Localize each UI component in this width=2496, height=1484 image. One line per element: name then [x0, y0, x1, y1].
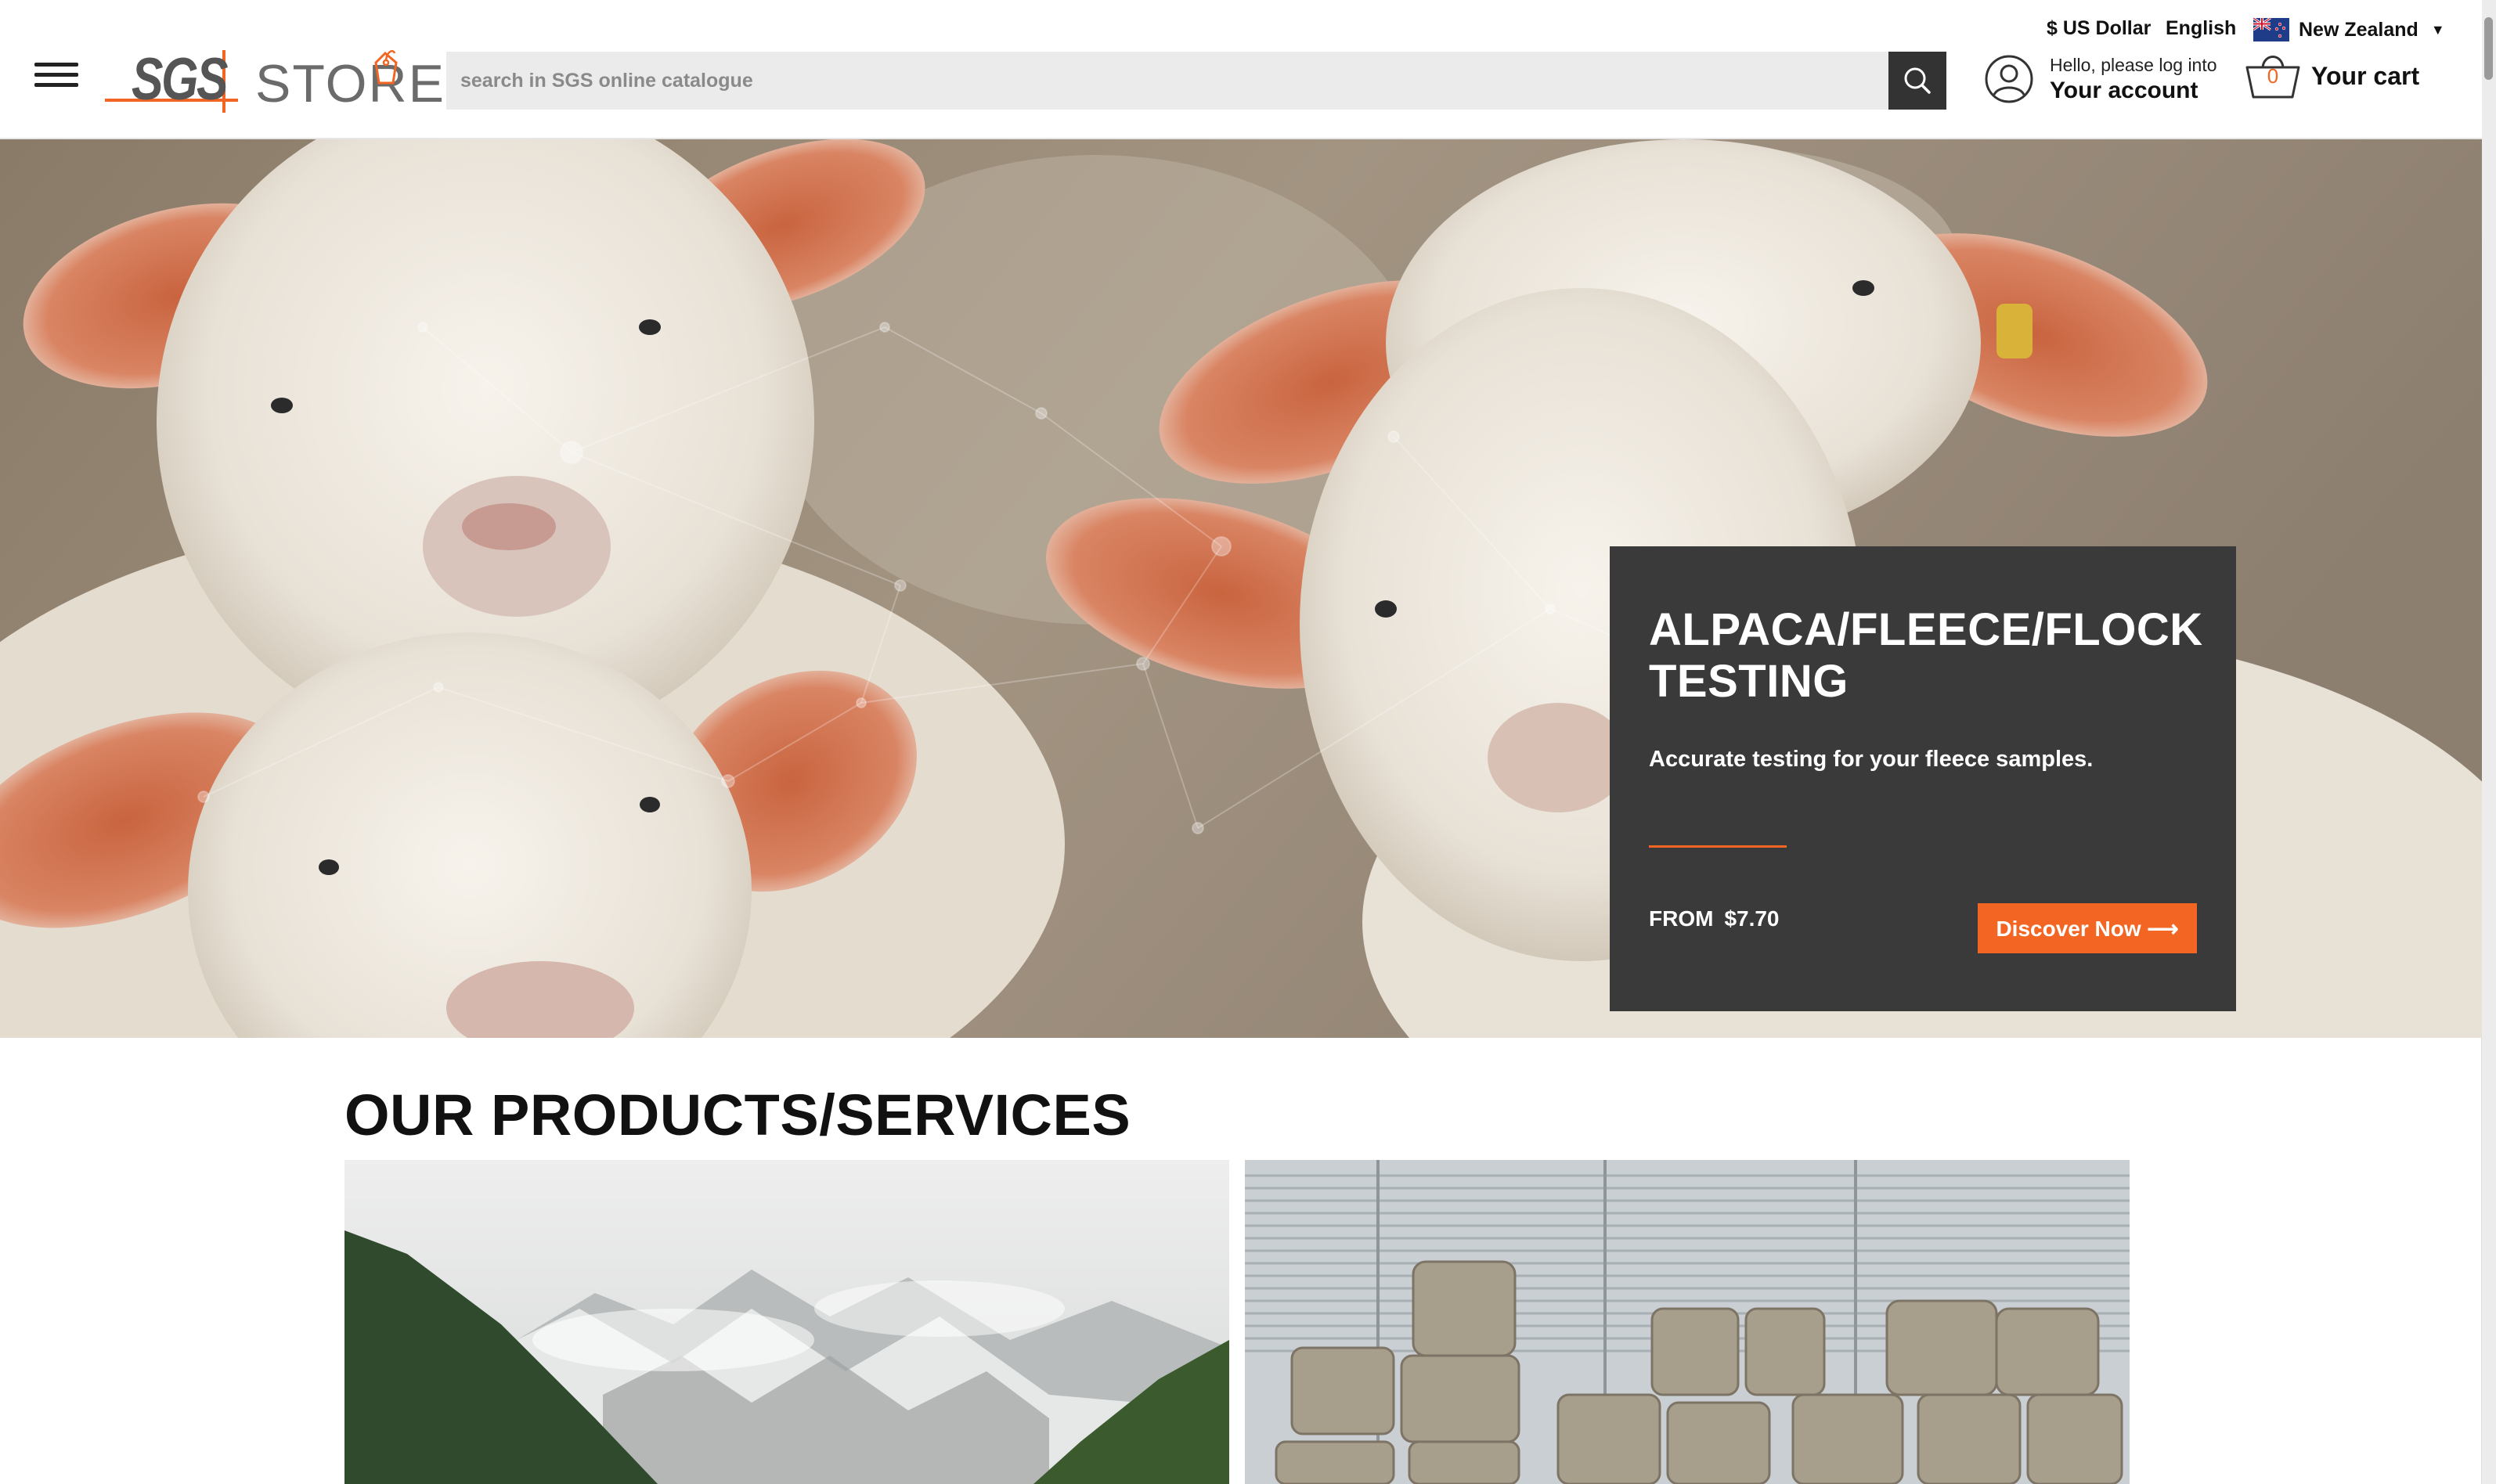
promo-price: FROM $7.70 [1649, 906, 1780, 931]
account-label: Your account [2050, 77, 2198, 103]
logo-store-text: STORE [255, 54, 446, 113]
price-value: $7.70 [1724, 906, 1780, 931]
cart-link[interactable]: 0 Your cart [2244, 49, 2419, 103]
wool-bales-image [1245, 1160, 2130, 1484]
cart-label: Your cart [2311, 61, 2420, 90]
discover-now-button[interactable]: Discover Now ⟶ [1978, 903, 2197, 953]
cart-count: 0 [2267, 64, 2279, 88]
currency-selector[interactable]: $ US Dollar [2047, 17, 2151, 42]
price-from-label: FROM [1649, 906, 1714, 931]
country-selector[interactable]: New Zealand ▼ [2253, 17, 2445, 42]
product-card-mountains[interactable] [344, 1160, 1229, 1484]
account-greeting: Hello, please log into [2050, 54, 2217, 75]
sgs-store-logo[interactable]: SGS STORE [105, 45, 444, 113]
page-scrollbar[interactable] [2481, 0, 2496, 1484]
site-header: SGS STORE $ US Dollar English [0, 0, 2482, 139]
search-button[interactable] [1888, 52, 1946, 110]
nz-flag-icon [2253, 18, 2289, 41]
user-icon [1985, 55, 2033, 103]
scrollbar-thumb[interactable] [2484, 17, 2493, 80]
search-icon [1904, 67, 1931, 94]
country-label: New Zealand [2299, 18, 2418, 41]
product-card-wool-bales[interactable] [1245, 1160, 2130, 1484]
search-input[interactable] [446, 52, 1888, 110]
account-link[interactable]: Hello, please log into Your account [1984, 52, 2217, 106]
promo-card: ALPACA/FLEECE/FLOCK TESTING Accurate tes… [1610, 546, 2236, 1011]
menu-icon[interactable] [34, 63, 78, 88]
promo-description: Accurate testing for your fleece samples… [1649, 747, 2094, 772]
logo-sgs-text: SGS [132, 46, 229, 113]
hero-banner: ALPACA/FLEECE/FLOCK TESTING Accurate tes… [0, 139, 2482, 1038]
chevron-down-icon: ▼ [2430, 21, 2445, 38]
price-tag-icon [374, 50, 398, 85]
search-bar [446, 52, 1946, 110]
language-selector[interactable]: English [2166, 17, 2236, 42]
products-section-title: OUR PRODUCTS/SERVICES [344, 1082, 1131, 1147]
promo-title: ALPACA/FLEECE/FLOCK TESTING [1649, 604, 2203, 707]
mountains-image [344, 1160, 1229, 1484]
promo-divider [1649, 845, 1787, 848]
